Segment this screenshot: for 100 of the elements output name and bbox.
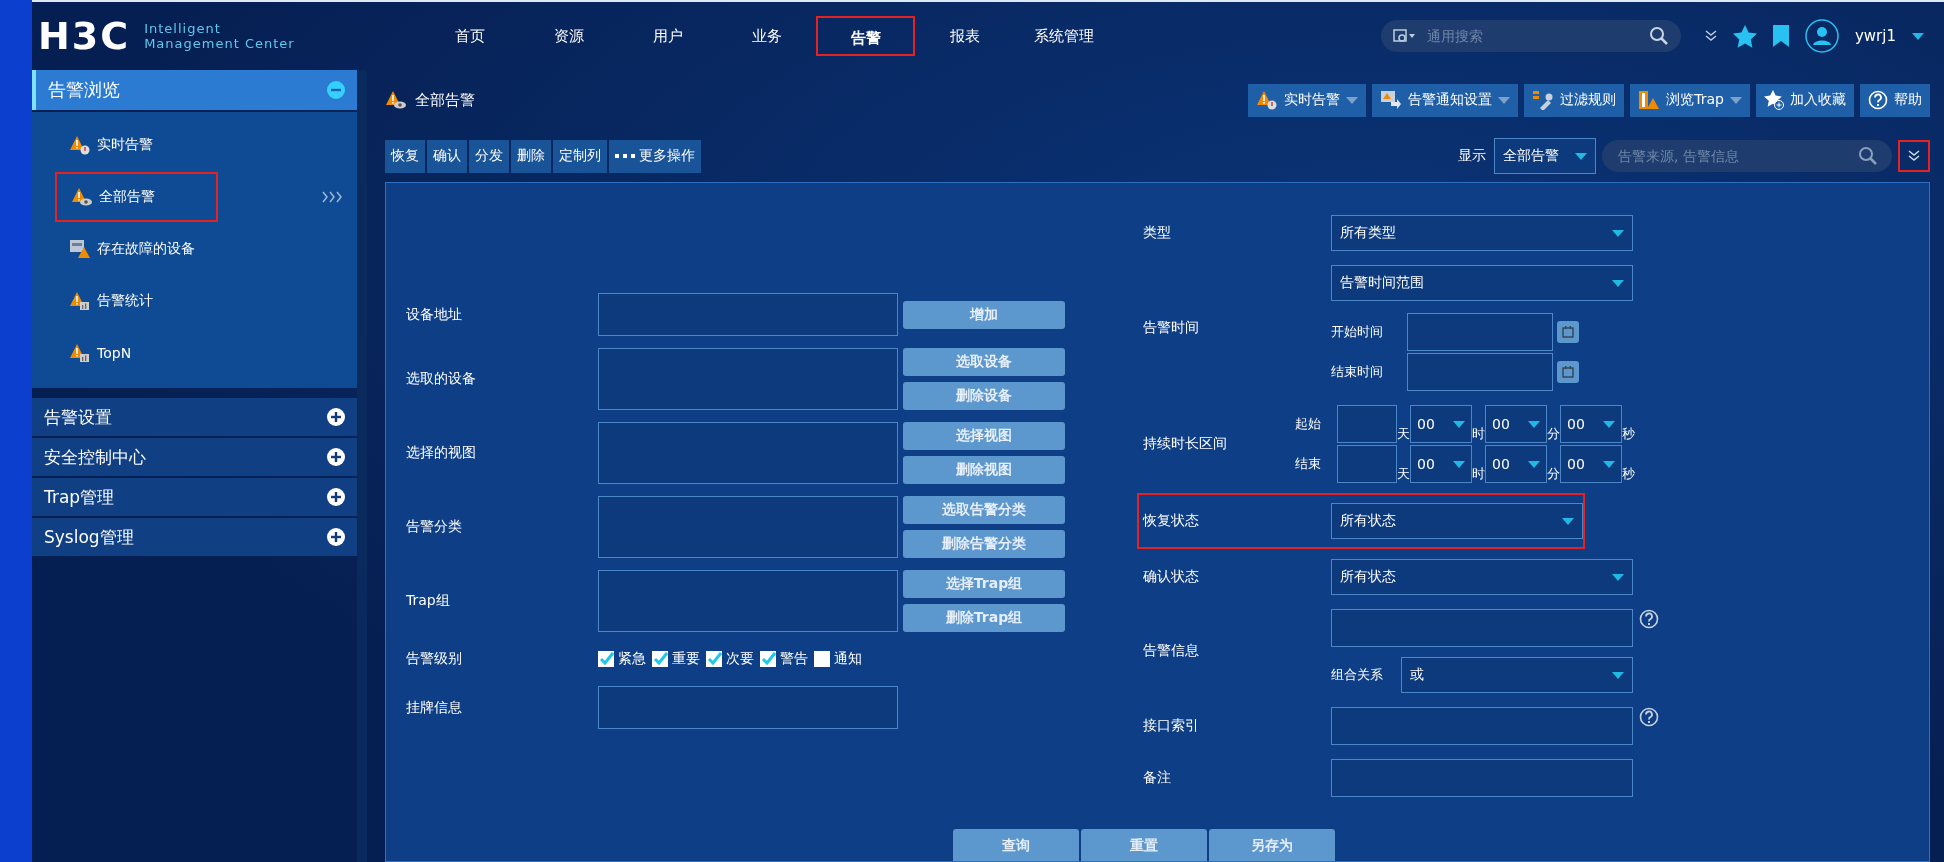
toolbar-button[interactable]: 帮助 <box>1860 83 1930 117</box>
dropdown-select[interactable]: 00 <box>1560 405 1622 443</box>
dropdown-select[interactable]: 00 <box>1485 445 1547 483</box>
expand-filter-button[interactable] <box>1898 140 1930 172</box>
search-icon[interactable] <box>1858 146 1878 166</box>
input-field[interactable] <box>598 293 898 336</box>
field-label: 选取的设备 <box>406 370 477 388</box>
avatar-icon[interactable] <box>1804 19 1839 53</box>
caret-icon <box>1453 460 1465 468</box>
list-box[interactable] <box>598 496 898 558</box>
input-field[interactable] <box>1337 445 1397 483</box>
input-field[interactable] <box>598 686 898 729</box>
sidebar-section[interactable]: 安全控制中心 <box>32 438 357 476</box>
toolbar-button[interactable]: 浏览Trap <box>1630 83 1750 117</box>
sidebar-item[interactable]: 存在故障的设备 <box>55 224 337 274</box>
help-icon[interactable] <box>1639 707 1659 727</box>
toolbar-button[interactable]: 加入收藏 <box>1756 83 1854 117</box>
star-icon[interactable] <box>1732 24 1757 48</box>
filter-search-field[interactable]: 告警来源, 告警信息 <box>1602 140 1892 172</box>
toolbar-button[interactable]: 告警通知设置 <box>1372 83 1519 117</box>
sidebar-section[interactable]: Trap管理 <box>32 478 357 516</box>
unit-label: 分 <box>1547 425 1560 443</box>
checkbox-label: 警告 <box>780 650 808 668</box>
nav-item[interactable]: 资源 <box>519 16 618 56</box>
expand-icon[interactable] <box>327 448 345 466</box>
action-button[interactable]: 恢复 <box>385 139 425 173</box>
action-button[interactable]: 更多操作 <box>609 139 701 173</box>
unit-label: 秒 <box>1622 425 1635 443</box>
calendar-icon[interactable] <box>1557 321 1579 343</box>
user-name[interactable]: ywrj1 <box>1854 27 1896 45</box>
nav-item[interactable]: 报表 <box>915 16 1014 56</box>
search-input[interactable]: 通用搜索 <box>1424 27 1641 45</box>
filter-search-input[interactable]: 告警来源, 告警信息 <box>1616 147 1858 165</box>
display-select[interactable]: 全部告警 <box>1494 138 1596 174</box>
input-field[interactable] <box>1407 313 1553 351</box>
toolbar-button[interactable]: 过滤规则 <box>1524 83 1625 117</box>
dropdown-select[interactable]: 00 <box>1410 445 1472 483</box>
nav-item[interactable]: 用户 <box>618 16 717 56</box>
sidebar-item[interactable]: TopN <box>55 328 337 378</box>
input-field[interactable] <box>1331 609 1633 647</box>
input-field[interactable] <box>1407 353 1553 391</box>
dropdown-select[interactable]: 所有状态 <box>1331 559 1633 595</box>
dropdown-select[interactable]: 告警时间范围 <box>1331 265 1633 301</box>
help-icon[interactable] <box>1639 609 1659 629</box>
nav-item[interactable]: 业务 <box>717 16 816 56</box>
checkbox[interactable] <box>814 651 830 667</box>
input-field[interactable] <box>1331 707 1633 745</box>
search-field[interactable]: 通用搜索 <box>1380 20 1681 52</box>
list-box[interactable] <box>598 422 898 484</box>
action-button[interactable]: 分发 <box>469 139 509 173</box>
nav-item[interactable]: 系统管理 <box>1014 16 1113 56</box>
checkbox[interactable] <box>598 651 614 667</box>
sidebar-item[interactable]: 实时告警 <box>55 120 337 170</box>
checkbox[interactable] <box>706 651 722 667</box>
checkbox-label: 次要 <box>726 650 754 668</box>
toolbar-button[interactable]: 实时告警 <box>1248 83 1367 117</box>
input-field[interactable] <box>1331 759 1633 797</box>
list-box[interactable] <box>598 570 898 632</box>
sidebar-section[interactable]: Syslog管理 <box>32 518 357 556</box>
dropdown-select[interactable]: 所有状态 <box>1331 503 1583 539</box>
caret-icon <box>1603 420 1615 428</box>
expand-icon[interactable] <box>327 528 345 546</box>
calendar-icon[interactable] <box>1557 361 1579 383</box>
caret-icon <box>1603 460 1615 468</box>
nav-item[interactable]: 告警 <box>816 16 915 56</box>
dropdown-select[interactable]: 00 <box>1560 445 1622 483</box>
double-chevron-icon[interactable] <box>1704 30 1717 42</box>
sidebar-item[interactable]: 告警统计 <box>55 276 337 326</box>
action-button[interactable]: 删除 <box>511 139 551 173</box>
dropdown-select[interactable]: 00 <box>1410 405 1472 443</box>
sidebar-section[interactable]: 告警设置 <box>32 398 357 436</box>
checkbox[interactable] <box>652 651 668 667</box>
monitor-arrow-icon <box>1380 90 1403 110</box>
action-button[interactable]: 定制列 <box>553 139 607 173</box>
bookmark-icon[interactable] <box>1772 25 1789 47</box>
dropdown-select[interactable]: 或 <box>1401 657 1633 693</box>
alarm-clock-icon <box>1256 90 1279 110</box>
checkbox-label: 紧急 <box>618 650 646 668</box>
search-icon[interactable] <box>1648 26 1669 46</box>
section-title: Syslog管理 <box>44 525 134 549</box>
expand-icon[interactable] <box>327 488 345 506</box>
action-button[interactable]: 确认 <box>427 139 467 173</box>
input-field[interactable] <box>1337 405 1397 443</box>
checkbox-label: 重要 <box>672 650 700 668</box>
section-title: 告警设置 <box>44 405 112 429</box>
collapse-icon[interactable] <box>327 81 345 99</box>
unit-label: 天 <box>1397 425 1410 443</box>
help-icon <box>1868 90 1888 110</box>
nav-item[interactable]: 首页 <box>420 16 519 56</box>
page-title: 全部告警 <box>415 90 475 110</box>
alarm-chart-icon <box>69 291 91 311</box>
dropdown-select[interactable]: 00 <box>1485 405 1547 443</box>
checkbox[interactable] <box>760 651 776 667</box>
sidebar-section[interactable]: 告警浏览 <box>32 70 357 110</box>
caret-icon <box>1528 460 1540 468</box>
expand-icon[interactable] <box>327 408 345 426</box>
caret-icon <box>1575 152 1587 160</box>
star-plus-icon <box>1764 90 1784 110</box>
dropdown-select[interactable]: 所有类型 <box>1331 215 1633 251</box>
list-box[interactable] <box>598 348 898 410</box>
